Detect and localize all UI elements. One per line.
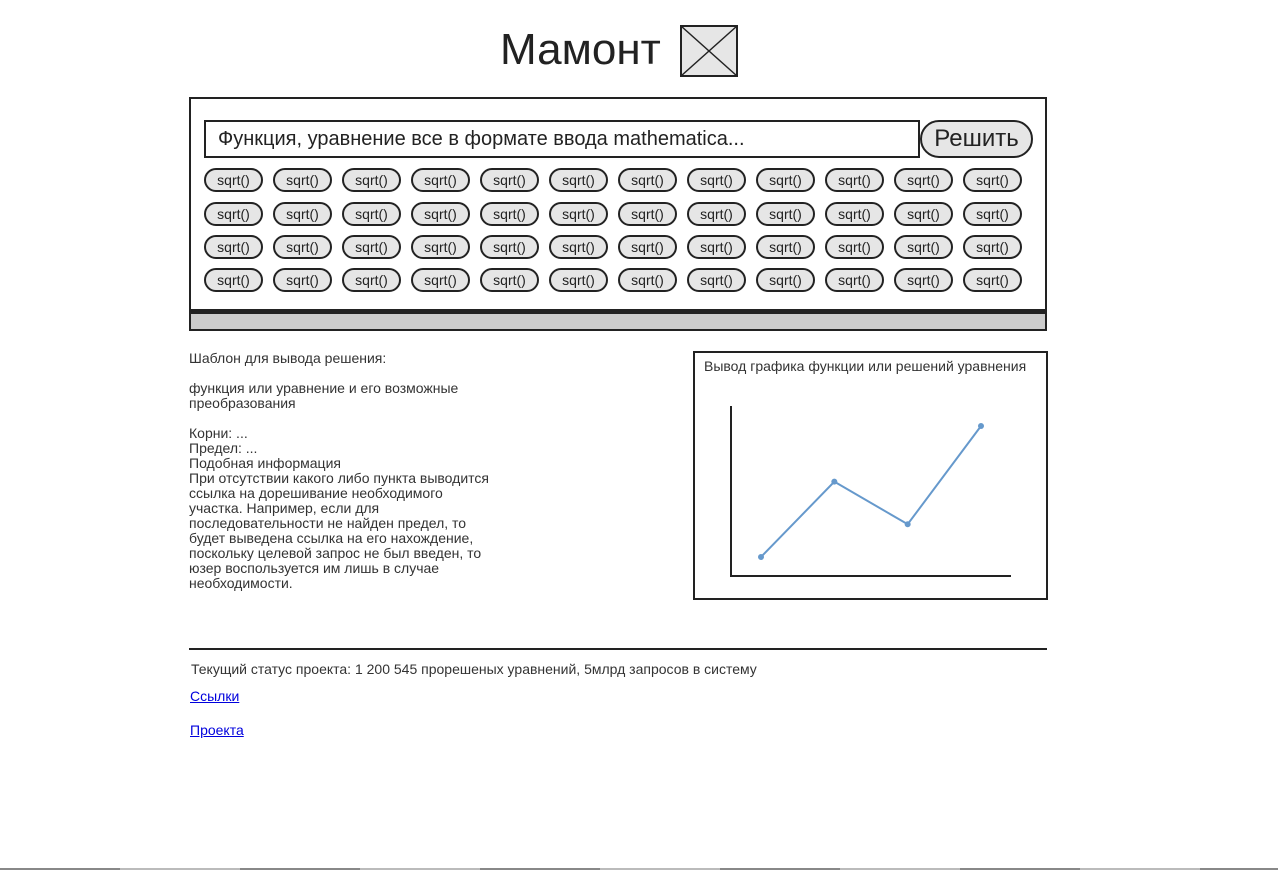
- function-button-sqrt[interactable]: sqrt(): [618, 268, 677, 292]
- function-button-sqrt[interactable]: sqrt(): [618, 202, 677, 226]
- function-button-sqrt[interactable]: sqrt(): [963, 235, 1022, 259]
- function-button-sqrt[interactable]: sqrt(): [687, 202, 746, 226]
- graph-point: [831, 478, 838, 485]
- function-button-sqrt[interactable]: sqrt(): [204, 235, 263, 259]
- function-button-sqrt[interactable]: sqrt(): [687, 168, 746, 192]
- function-button-sqrt[interactable]: sqrt(): [411, 168, 470, 192]
- function-button-sqrt[interactable]: sqrt(): [273, 235, 332, 259]
- solution-note: При отсутствии какого либо пункта выводи…: [189, 470, 489, 591]
- function-button-sqrt[interactable]: sqrt(): [963, 268, 1022, 292]
- function-button-sqrt[interactable]: sqrt(): [963, 168, 1022, 192]
- graph-point: [978, 423, 984, 429]
- solution-limit: Предел: ...: [189, 440, 258, 456]
- function-button-sqrt[interactable]: sqrt(): [204, 202, 263, 226]
- function-button-sqrt[interactable]: sqrt(): [894, 168, 953, 192]
- function-button-sqrt[interactable]: sqrt(): [549, 235, 608, 259]
- function-button-sqrt[interactable]: sqrt(): [963, 202, 1022, 226]
- function-button-sqrt[interactable]: sqrt(): [342, 202, 401, 226]
- solution-template: Шаблон для вывода решения: функция или у…: [189, 351, 499, 591]
- function-button-sqrt[interactable]: sqrt(): [480, 268, 539, 292]
- function-button-sqrt[interactable]: sqrt(): [204, 268, 263, 292]
- graph-plot: [730, 406, 1011, 577]
- function-button-sqrt[interactable]: sqrt(): [894, 235, 953, 259]
- graph-line: [760, 425, 982, 558]
- function-button-sqrt[interactable]: sqrt(): [894, 202, 953, 226]
- function-button-sqrt[interactable]: sqrt(): [825, 168, 884, 192]
- function-buttons-grid: sqrt() sqrt() sqrt() sqrt() sqrt() sqrt() sqrt…: [204, 168, 1022, 292]
- function-button-sqrt[interactable]: sqrt(): [756, 168, 815, 192]
- function-button-sqrt[interactable]: sqrt(): [687, 268, 746, 292]
- function-button-sqrt[interactable]: sqrt(): [687, 235, 746, 259]
- function-button-sqrt[interactable]: sqrt(): [342, 235, 401, 259]
- function-button-sqrt[interactable]: sqrt(): [273, 202, 332, 226]
- solution-roots: Корни: ...: [189, 425, 248, 441]
- function-button-sqrt[interactable]: sqrt(): [549, 202, 608, 226]
- function-button-sqrt[interactable]: sqrt(): [411, 268, 470, 292]
- project-status: Текущий статус проекта: 1 200 545 прореш…: [191, 661, 757, 677]
- site-title: Мамонт: [500, 25, 661, 74]
- function-button-sqrt[interactable]: sqrt(): [480, 202, 539, 226]
- function-button-sqrt[interactable]: sqrt(): [618, 168, 677, 192]
- solution-similar: Подобная информация: [189, 455, 341, 471]
- equation-input[interactable]: [204, 120, 920, 158]
- function-button-sqrt[interactable]: sqrt(): [825, 235, 884, 259]
- function-button-sqrt[interactable]: sqrt(): [342, 168, 401, 192]
- function-button-sqrt[interactable]: sqrt(): [480, 235, 539, 259]
- footer-link-links[interactable]: Ссылки: [190, 688, 239, 704]
- function-button-sqrt[interactable]: sqrt(): [756, 202, 815, 226]
- function-button-sqrt[interactable]: sqrt(): [342, 268, 401, 292]
- graph-point: [758, 554, 764, 560]
- solve-button[interactable]: Решить: [920, 120, 1033, 158]
- function-button-sqrt[interactable]: sqrt(): [825, 202, 884, 226]
- function-button-sqrt[interactable]: sqrt(): [756, 268, 815, 292]
- function-button-sqrt[interactable]: sqrt(): [480, 168, 539, 192]
- function-button-sqrt[interactable]: sqrt(): [411, 202, 470, 226]
- function-button-sqrt[interactable]: sqrt(): [549, 168, 608, 192]
- function-button-sqrt[interactable]: sqrt(): [273, 168, 332, 192]
- graph-point: [904, 521, 911, 528]
- function-button-sqrt[interactable]: sqrt(): [411, 235, 470, 259]
- function-button-sqrt[interactable]: sqrt(): [894, 268, 953, 292]
- function-button-sqrt[interactable]: sqrt(): [204, 168, 263, 192]
- horizontal-scrollbar[interactable]: [189, 311, 1047, 331]
- footer-link-project[interactable]: Проекта: [190, 722, 244, 738]
- function-button-sqrt[interactable]: sqrt(): [273, 268, 332, 292]
- function-button-sqrt[interactable]: sqrt(): [825, 268, 884, 292]
- footer-divider: [189, 648, 1047, 650]
- function-button-sqrt[interactable]: sqrt(): [756, 235, 815, 259]
- function-button-sqrt[interactable]: sqrt(): [549, 268, 608, 292]
- function-button-sqrt[interactable]: sqrt(): [618, 235, 677, 259]
- solution-transform: функция или уравнение и его возможные пр…: [189, 380, 459, 411]
- image-placeholder-icon: [680, 25, 738, 77]
- solution-heading: Шаблон для вывода решения:: [189, 350, 387, 366]
